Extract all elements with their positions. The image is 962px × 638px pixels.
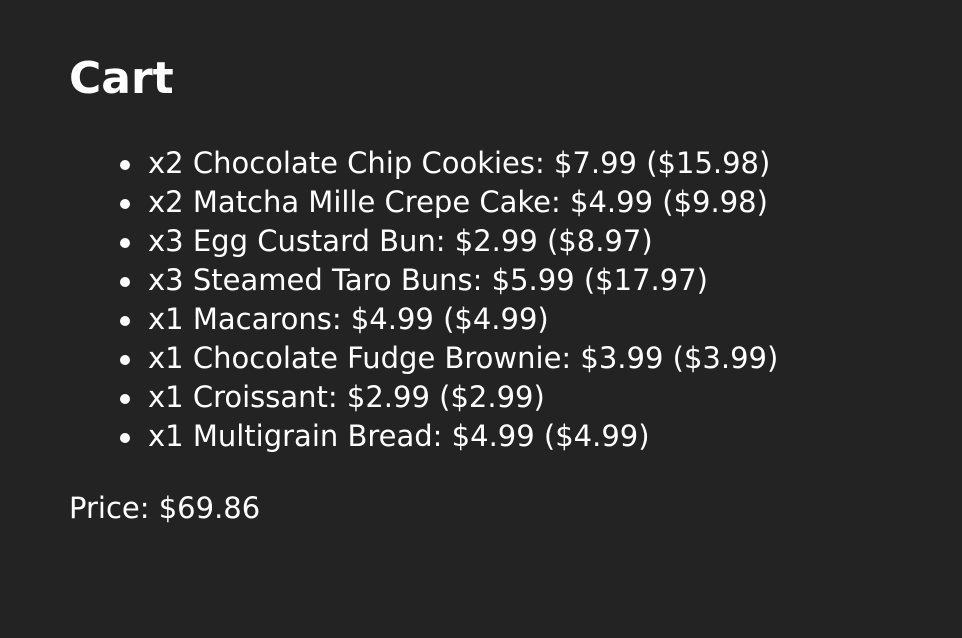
cart-item: x1 Chocolate Fudge Brownie: $3.99 ($3.99… — [119, 339, 778, 378]
cart-item: x1 Macarons: $4.99 ($4.99) — [119, 300, 778, 339]
cart-item: x2 Chocolate Chip Cookies: $7.99 ($15.98… — [119, 144, 778, 183]
cart-total-price: Price: $69.86 — [69, 491, 261, 525]
cart-item: x2 Matcha Mille Crepe Cake: $4.99 ($9.98… — [119, 183, 778, 222]
cart-item: x3 Egg Custard Bun: $2.99 ($8.97) — [119, 222, 778, 261]
cart-item: x1 Croissant: $2.99 ($2.99) — [119, 378, 778, 417]
cart-title: Cart — [69, 53, 174, 104]
cart-page: Cart x2 Chocolate Chip Cookies: $7.99 ($… — [0, 0, 962, 638]
cart-item-list: x2 Chocolate Chip Cookies: $7.99 ($15.98… — [119, 144, 778, 456]
cart-item: x3 Steamed Taro Buns: $5.99 ($17.97) — [119, 261, 778, 300]
cart-item: x1 Multigrain Bread: $4.99 ($4.99) — [119, 417, 778, 456]
